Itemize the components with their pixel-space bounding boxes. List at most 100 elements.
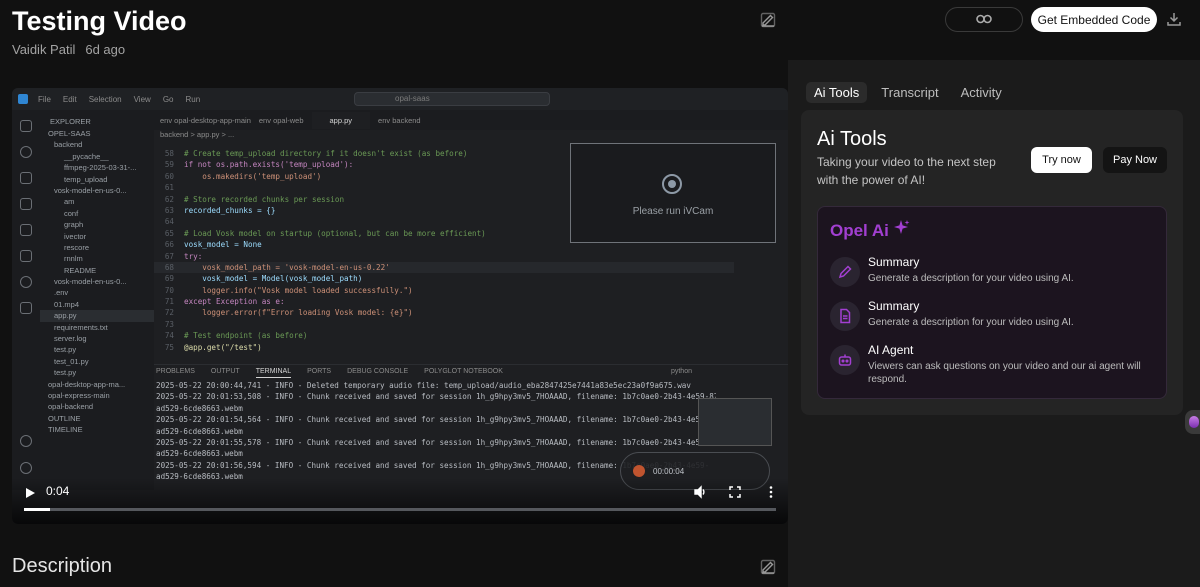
opel-ai-title: Opel Ai — [830, 219, 911, 242]
explorer-item: app.py — [40, 310, 154, 322]
line-number: 72 — [164, 308, 174, 318]
upload-age: 6d ago — [85, 42, 126, 57]
current-time: 0:04 — [46, 484, 70, 498]
explorer-header: EXPLORER — [50, 117, 91, 126]
ide-breadcrumb: backend > app.py > ... — [160, 130, 235, 139]
terminal-line: 2025-05-22 20:00:44,741 - INFO - Deleted… — [156, 381, 691, 390]
code-line: 74 # Test endpoint (as before) — [154, 330, 734, 341]
editor-tab: env opal-desktop-app-main — [160, 115, 251, 125]
tab-ai-tools[interactable]: Ai Tools — [806, 82, 868, 103]
more-options-icon[interactable] — [764, 485, 778, 499]
explorer-item: OPEL-SAAS — [48, 129, 91, 138]
terminal-line: 2025-05-22 20:01:55,578 - INFO - Chunk r… — [156, 437, 710, 447]
line-number: 71 — [164, 297, 174, 307]
screen-preview-thumbnail — [698, 398, 772, 446]
pay-now-button[interactable]: Pay Now — [1103, 147, 1167, 173]
source-control-icon — [20, 172, 32, 184]
feature-description: Generate a description for your video us… — [868, 317, 1074, 328]
tab-transcript[interactable]: Transcript — [873, 82, 946, 103]
video-controls: 0:04 — [12, 478, 788, 524]
document-icon — [830, 301, 860, 331]
explorer-item: graph — [64, 220, 84, 230]
video-progress-bar[interactable] — [24, 508, 776, 511]
terminal-language: python — [670, 368, 692, 375]
panel-tabs: Ai Tools Transcript Activity — [806, 82, 1010, 103]
explorer-item: OUTLINE — [48, 413, 81, 423]
code-text: recorded_chunks = {} — [184, 205, 276, 215]
fullscreen-icon[interactable] — [728, 485, 742, 499]
get-embedded-code-button[interactable]: Get Embedded Code — [1031, 7, 1157, 32]
terminal-tab: PROBLEMS — [156, 368, 195, 375]
code-text: try: — [184, 251, 203, 261]
recording-time: 00:00:04 — [653, 466, 685, 476]
line-number: 61 — [164, 183, 174, 193]
line-number: 70 — [164, 285, 174, 295]
explorer-item: temp_upload — [64, 174, 108, 184]
remote-icon — [20, 276, 32, 288]
code-text: logger.info("Vosk model loaded successfu… — [184, 285, 413, 295]
explorer-file-list: OPEL-SAAS backend __pycache__ ffmpeg-2025-0… — [40, 128, 154, 436]
code-line: 75 @app.get("/test") — [154, 342, 734, 353]
code-text: if not os.path.exists('temp_upload'): — [184, 160, 354, 170]
terminal-line: 2025-05-22 20:01:53,508 - INFO - Chunk r… — [156, 392, 716, 402]
code-line: 73 — [154, 319, 734, 330]
video-player[interactable]: File Edit Selection View Go Run opal-saa… — [12, 88, 788, 524]
editor-tab-active: app.py — [311, 111, 371, 129]
ide-menu-item: Edit — [62, 94, 77, 104]
terminal-tab: POLYGLOT NOTEBOOK — [424, 368, 503, 375]
explorer-item: opal-express-main — [48, 390, 110, 400]
play-icon[interactable] — [24, 486, 36, 498]
ide-menu-item: Go — [162, 94, 174, 104]
run-debug-icon — [20, 198, 32, 210]
video-progress-fill — [24, 508, 51, 511]
editor-tab: env backend — [378, 115, 421, 125]
edit-description-icon[interactable] — [758, 557, 778, 577]
line-number: 69 — [164, 274, 174, 284]
feature-name: Summary — [868, 255, 920, 269]
download-icon[interactable] — [1164, 9, 1184, 29]
explorer-item: TIMELINE — [48, 425, 83, 435]
webcam-overlay: Please run iVCam — [570, 143, 776, 243]
code-text: # Test endpoint (as before) — [184, 331, 308, 341]
feature-summary[interactable]: Summary Generate a description for your … — [830, 255, 1160, 291]
feature-ai-agent[interactable]: AI Agent Viewers can ask questions on yo… — [830, 343, 1160, 385]
edit-title-icon[interactable] — [758, 10, 778, 30]
code-text: # Store recorded chunks per session — [184, 194, 345, 204]
code-line: 72 logger.error(f"Error loading Vosk mod… — [154, 307, 734, 318]
code-text: vosk_model = None — [184, 240, 262, 250]
line-number: 68 — [164, 262, 174, 272]
opel-ai-name: Opel Ai — [830, 220, 889, 240]
terminal-tab: PORTS — [307, 368, 332, 375]
feature-description: Generate a description for your video us… — [868, 273, 1074, 284]
explorer-item: test.py — [54, 368, 77, 378]
explorer-item: backend — [54, 140, 83, 150]
line-number: 60 — [164, 171, 174, 181]
try-now-button[interactable]: Try now — [1031, 147, 1092, 173]
editor-tab: env opal-web — [258, 115, 304, 125]
ide-editor-tabs: env opal-desktop-app-main env opal-web a… — [154, 110, 788, 130]
ai-tools-subtitle: Taking your video to the next step with … — [817, 155, 996, 187]
ide-menu-item: View — [133, 94, 151, 104]
ide-menu-item: File — [38, 94, 51, 104]
line-number: 74 — [164, 331, 174, 341]
explorer-item: am — [64, 197, 75, 207]
link-icon — [976, 11, 992, 29]
code-line: 71 except Exception as e: — [154, 296, 734, 307]
sparkle-icon — [893, 219, 911, 242]
copy-link-button[interactable] — [945, 7, 1023, 32]
code-text: vosk_model = Model(vosk_model_path) — [184, 274, 363, 284]
code-line: 69 vosk_model = Model(vosk_model_path) — [154, 273, 734, 284]
tab-activity[interactable]: Activity — [953, 82, 1010, 103]
author-name: Vaidik Patil — [12, 42, 76, 57]
webcam-icon — [662, 174, 682, 194]
explorer-item: rescore — [64, 242, 90, 252]
ide-menu-item: Selection — [88, 94, 122, 104]
feature-description: Viewers can ask questions on your video … — [868, 361, 1141, 385]
code-line: 70 logger.info("Vosk model loaded succes… — [154, 285, 734, 296]
line-number: 58 — [164, 149, 174, 158]
assistant-launcher-icon[interactable] — [1185, 410, 1200, 434]
volume-icon[interactable] — [693, 485, 707, 499]
feature-summary[interactable]: Summary Generate a description for your … — [830, 299, 1160, 335]
ide-titlebar: File Edit Selection View Go Run opal-saa… — [12, 88, 788, 110]
explorer-item: server.log — [54, 334, 87, 344]
